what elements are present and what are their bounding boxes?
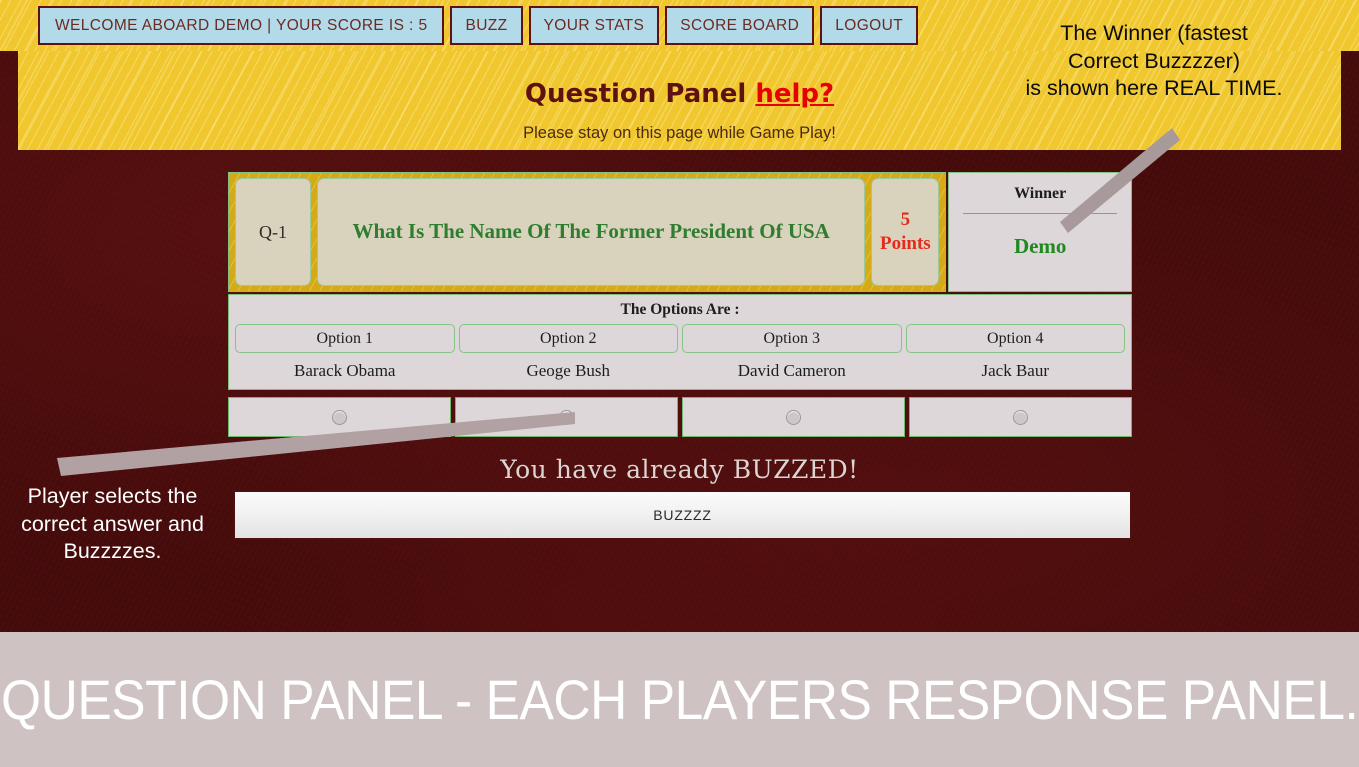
radio-button-option-3-icon[interactable] — [786, 409, 801, 425]
radio-cell-4[interactable] — [909, 397, 1132, 437]
question-points: 5 Points — [871, 178, 940, 286]
options-panel: The Options Are : Option 1 Option 2 Opti… — [228, 294, 1132, 390]
winner-name: Demo — [1013, 234, 1067, 258]
player-callout-arrow — [57, 412, 575, 476]
options-heading: The Options Are : — [620, 301, 740, 318]
page-title-text: Question Panel — [524, 79, 747, 109]
player-annotation: Player selects the correct answer and Bu… — [5, 483, 220, 566]
bottom-caption-text: QUESTION PANEL - EACH PLAYERS RESPONSE P… — [0, 668, 1359, 731]
radio-cell-3[interactable] — [682, 397, 905, 437]
nav-logout-button[interactable]: LOGOUT — [820, 6, 919, 45]
question-number: Q-1 — [235, 178, 311, 286]
question-row: Q-1 What Is The Name Of The Former Presi… — [228, 172, 1132, 292]
winner-annotation-line-1: The Winner (fastest — [1060, 21, 1248, 45]
option-answer-4: Jack Baur — [981, 361, 1049, 380]
option-answer-row: Barack Obama Geoge Bush David Cameron Ja… — [229, 361, 1131, 381]
winner-annotation-line-2: Correct Buzzzzer) — [1067, 48, 1241, 73]
option-answer-2: Geoge Bush — [526, 361, 611, 380]
question-panel: Q-1 What Is The Name Of The Former Presi… — [228, 172, 947, 292]
points-label: Points — [880, 233, 931, 254]
buzz-button[interactable]: BUZZZZ — [233, 490, 1132, 540]
winner-annotation: The Winner (fastest Correct Buzzzzer) is… — [999, 20, 1309, 103]
radio-button-option-4-icon[interactable] — [1013, 409, 1028, 425]
option-answer-3: David Cameron — [737, 361, 846, 380]
nav-welcome-score[interactable]: WELCOME ABOARD DEMO | YOUR SCORE IS : 5 — [38, 6, 445, 45]
points-value: 5 — [900, 209, 911, 231]
option-label-1[interactable]: Option 1 — [235, 324, 455, 353]
option-label-3[interactable]: Option 3 — [682, 324, 902, 353]
option-label-2[interactable]: Option 2 — [458, 324, 678, 353]
player-annotation-line-3: Buzzzzes. — [63, 539, 162, 564]
option-answer-1: Barack Obama — [294, 361, 396, 380]
bottom-caption-bar: QUESTION PANEL - EACH PLAYERS RESPONSE P… — [0, 632, 1359, 767]
winner-annotation-line-3: is shown here REAL TIME. — [1025, 76, 1283, 101]
option-label-row: Option 1 Option 2 Option 3 Option 4 — [229, 324, 1131, 353]
player-annotation-line-1: Player selects the — [27, 484, 198, 508]
option-label-4[interactable]: Option 4 — [905, 324, 1125, 353]
nav-buzz-button[interactable]: BUZZ — [450, 6, 523, 45]
question-text: What Is The Name Of The Former President… — [317, 178, 866, 286]
winner-callout-arrow — [1060, 128, 1180, 233]
player-annotation-line-2: correct answer and — [21, 511, 204, 536]
help-link[interactable]: help? — [755, 79, 834, 109]
nav-your-stats-button[interactable]: YOUR STATS — [528, 6, 660, 45]
nav-score-board-button[interactable]: SCORE BOARD — [665, 6, 815, 45]
